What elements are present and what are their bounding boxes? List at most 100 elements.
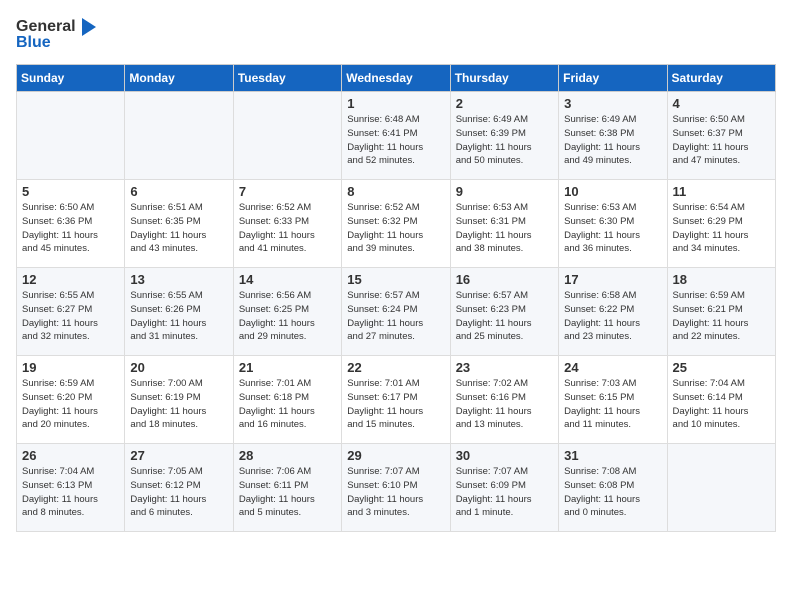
calendar-cell: 15 Sunrise: 6:57 AM Sunset: 6:24 PM Dayli…	[342, 268, 450, 356]
day-number: 15	[347, 272, 444, 287]
day-number: 6	[130, 184, 227, 199]
logo: General Blue	[16, 16, 100, 52]
calendar-cell: 5 Sunrise: 6:50 AM Sunset: 6:36 PM Daylig…	[17, 180, 125, 268]
day-number: 30	[456, 448, 553, 463]
header-saturday: Saturday	[667, 65, 775, 92]
calendar-cell: 28 Sunrise: 7:06 AM Sunset: 6:11 PM Dayli…	[233, 444, 341, 532]
day-number: 27	[130, 448, 227, 463]
day-info: Sunrise: 6:55 AM Sunset: 6:27 PM Dayligh…	[22, 289, 119, 344]
header-wednesday: Wednesday	[342, 65, 450, 92]
calendar-cell: 20Sunrise: 7:00 AM Sunset: 6:19 PM Dayli…	[125, 356, 233, 444]
day-info: Sunrise: 6:59 AM Sunset: 6:21 PM Dayligh…	[673, 289, 770, 344]
calendar-cell: 31Sunrise: 7:08 AM Sunset: 6:08 PM Dayli…	[559, 444, 667, 532]
day-info: Sunrise: 6:58 AM Sunset: 6:22 PM Dayligh…	[564, 289, 661, 344]
calendar-week-2: 12 Sunrise: 6:55 AM Sunset: 6:27 PM Dayli…	[17, 268, 776, 356]
day-info: Sunrise: 6:49 AM Sunset: 6:38 PM Dayligh…	[564, 113, 661, 168]
calendar-cell: 21 Sunrise: 7:01 AM Sunset: 6:18 PM Dayli…	[233, 356, 341, 444]
day-info: Sunrise: 6:57 AM Sunset: 6:23 PM Dayligh…	[456, 289, 553, 344]
calendar-cell: 11 Sunrise: 6:54 AM Sunset: 6:29 PM Dayli…	[667, 180, 775, 268]
calendar-cell: 9 Sunrise: 6:53 AM Sunset: 6:31 PM Daylig…	[450, 180, 558, 268]
day-info: Sunrise: 6:53 AM Sunset: 6:31 PM Dayligh…	[456, 201, 553, 256]
calendar-cell: 25 Sunrise: 7:04 AM Sunset: 6:14 PM Dayli…	[667, 356, 775, 444]
day-number: 10	[564, 184, 661, 199]
day-number: 22	[347, 360, 444, 375]
day-info: Sunrise: 7:07 AM Sunset: 6:10 PM Dayligh…	[347, 465, 444, 520]
day-number: 3	[564, 96, 661, 111]
header-friday: Friday	[559, 65, 667, 92]
day-number: 23	[456, 360, 553, 375]
day-number: 1	[347, 96, 444, 111]
calendar-cell: 3 Sunrise: 6:49 AM Sunset: 6:38 PM Daylig…	[559, 92, 667, 180]
day-info: Sunrise: 7:06 AM Sunset: 6:11 PM Dayligh…	[239, 465, 336, 520]
calendar-cell	[233, 92, 341, 180]
calendar-cell: 1 Sunrise: 6:48 AM Sunset: 6:41 PM Daylig…	[342, 92, 450, 180]
calendar-cell: 23Sunrise: 7:02 AM Sunset: 6:16 PM Dayli…	[450, 356, 558, 444]
day-number: 26	[22, 448, 119, 463]
calendar-cell: 13Sunrise: 6:55 AM Sunset: 6:26 PM Dayli…	[125, 268, 233, 356]
calendar-cell	[125, 92, 233, 180]
day-info: Sunrise: 6:49 AM Sunset: 6:39 PM Dayligh…	[456, 113, 553, 168]
day-number: 29	[347, 448, 444, 463]
calendar-cell	[17, 92, 125, 180]
day-info: Sunrise: 6:55 AM Sunset: 6:26 PM Dayligh…	[130, 289, 227, 344]
day-number: 21	[239, 360, 336, 375]
day-number: 28	[239, 448, 336, 463]
calendar-table: SundayMondayTuesdayWednesdayThursdayFrid…	[16, 64, 776, 532]
calendar-cell: 24 Sunrise: 7:03 AM Sunset: 6:15 PM Dayli…	[559, 356, 667, 444]
header-monday: Monday	[125, 65, 233, 92]
day-number: 18	[673, 272, 770, 287]
calendar-cell: 18 Sunrise: 6:59 AM Sunset: 6:21 PM Dayli…	[667, 268, 775, 356]
day-number: 19	[22, 360, 119, 375]
day-number: 25	[673, 360, 770, 375]
day-info: Sunrise: 7:04 AM Sunset: 6:14 PM Dayligh…	[673, 377, 770, 432]
logo-blue-text: Blue	[16, 34, 51, 52]
day-number: 11	[673, 184, 770, 199]
page-header: General Blue	[16, 16, 776, 52]
day-info: Sunrise: 7:08 AM Sunset: 6:08 PM Dayligh…	[564, 465, 661, 520]
day-number: 7	[239, 184, 336, 199]
day-number: 9	[456, 184, 553, 199]
day-number: 24	[564, 360, 661, 375]
calendar-cell: 27Sunrise: 7:05 AM Sunset: 6:12 PM Dayli…	[125, 444, 233, 532]
day-number: 14	[239, 272, 336, 287]
day-info: Sunrise: 6:51 AM Sunset: 6:35 PM Dayligh…	[130, 201, 227, 256]
day-info: Sunrise: 7:03 AM Sunset: 6:15 PM Dayligh…	[564, 377, 661, 432]
day-info: Sunrise: 6:52 AM Sunset: 6:32 PM Dayligh…	[347, 201, 444, 256]
calendar-cell: 16 Sunrise: 6:57 AM Sunset: 6:23 PM Dayli…	[450, 268, 558, 356]
calendar-cell: 6 Sunrise: 6:51 AM Sunset: 6:35 PM Daylig…	[125, 180, 233, 268]
calendar-cell	[667, 444, 775, 532]
calendar-cell: 8Sunrise: 6:52 AM Sunset: 6:32 PM Daylig…	[342, 180, 450, 268]
calendar-cell: 22 Sunrise: 7:01 AM Sunset: 6:17 PM Dayli…	[342, 356, 450, 444]
calendar-cell: 26 Sunrise: 7:04 AM Sunset: 6:13 PM Dayli…	[17, 444, 125, 532]
calendar-week-1: 5 Sunrise: 6:50 AM Sunset: 6:36 PM Daylig…	[17, 180, 776, 268]
day-info: Sunrise: 7:04 AM Sunset: 6:13 PM Dayligh…	[22, 465, 119, 520]
day-number: 16	[456, 272, 553, 287]
calendar-cell: 30 Sunrise: 7:07 AM Sunset: 6:09 PM Dayli…	[450, 444, 558, 532]
calendar-week-3: 19Sunrise: 6:59 AM Sunset: 6:20 PM Dayli…	[17, 356, 776, 444]
day-info: Sunrise: 6:57 AM Sunset: 6:24 PM Dayligh…	[347, 289, 444, 344]
day-number: 2	[456, 96, 553, 111]
calendar-cell: 14Sunrise: 6:56 AM Sunset: 6:25 PM Dayli…	[233, 268, 341, 356]
day-info: Sunrise: 7:01 AM Sunset: 6:17 PM Dayligh…	[347, 377, 444, 432]
calendar-cell: 7Sunrise: 6:52 AM Sunset: 6:33 PM Daylig…	[233, 180, 341, 268]
calendar-cell: 12 Sunrise: 6:55 AM Sunset: 6:27 PM Dayli…	[17, 268, 125, 356]
day-number: 5	[22, 184, 119, 199]
day-info: Sunrise: 6:48 AM Sunset: 6:41 PM Dayligh…	[347, 113, 444, 168]
calendar-cell: 4Sunrise: 6:50 AM Sunset: 6:37 PM Daylig…	[667, 92, 775, 180]
calendar-cell: 10 Sunrise: 6:53 AM Sunset: 6:30 PM Dayli…	[559, 180, 667, 268]
calendar-cell: 17Sunrise: 6:58 AM Sunset: 6:22 PM Dayli…	[559, 268, 667, 356]
calendar-cell: 29 Sunrise: 7:07 AM Sunset: 6:10 PM Dayli…	[342, 444, 450, 532]
calendar-week-4: 26 Sunrise: 7:04 AM Sunset: 6:13 PM Dayli…	[17, 444, 776, 532]
day-info: Sunrise: 6:54 AM Sunset: 6:29 PM Dayligh…	[673, 201, 770, 256]
header-tuesday: Tuesday	[233, 65, 341, 92]
header-thursday: Thursday	[450, 65, 558, 92]
day-number: 12	[22, 272, 119, 287]
calendar-cell: 19Sunrise: 6:59 AM Sunset: 6:20 PM Dayli…	[17, 356, 125, 444]
day-info: Sunrise: 7:01 AM Sunset: 6:18 PM Dayligh…	[239, 377, 336, 432]
day-info: Sunrise: 7:07 AM Sunset: 6:09 PM Dayligh…	[456, 465, 553, 520]
day-info: Sunrise: 6:50 AM Sunset: 6:36 PM Dayligh…	[22, 201, 119, 256]
day-info: Sunrise: 6:53 AM Sunset: 6:30 PM Dayligh…	[564, 201, 661, 256]
calendar-header-row: SundayMondayTuesdayWednesdayThursdayFrid…	[17, 65, 776, 92]
logo-chevron-icon	[78, 16, 100, 38]
day-info: Sunrise: 6:50 AM Sunset: 6:37 PM Dayligh…	[673, 113, 770, 168]
